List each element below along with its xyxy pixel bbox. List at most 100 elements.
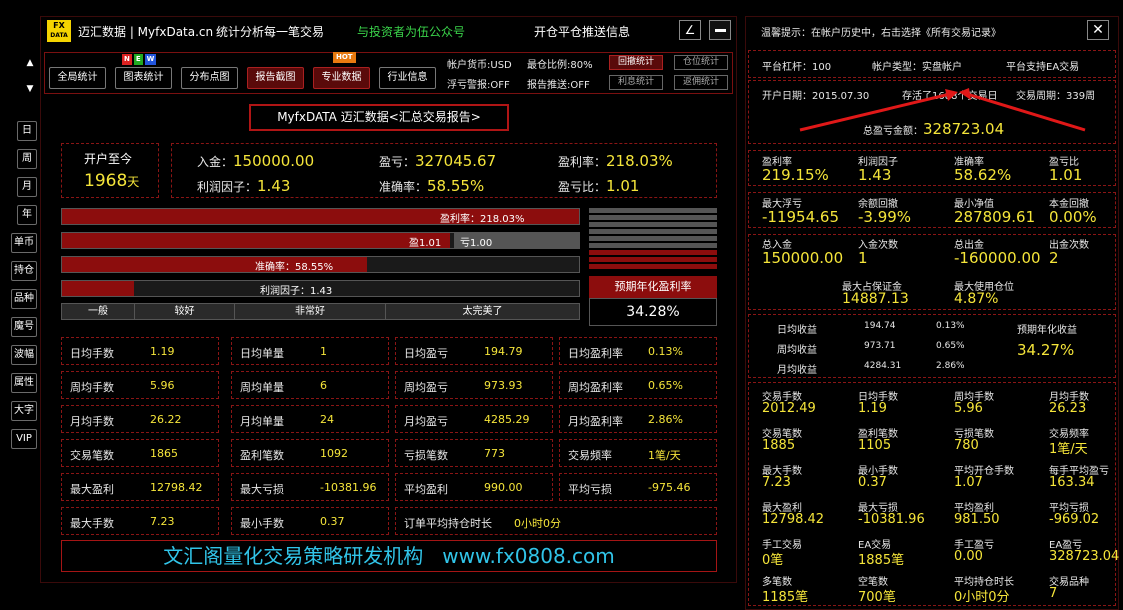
leverage: 平台杠杆：100 <box>762 62 832 73</box>
app-subtitle: 统计分析每一笔交易 <box>216 25 325 39</box>
interest-stats-button[interactable]: 利息统计 <box>609 75 663 90</box>
stat-label: 月均手数 <box>70 415 114 428</box>
accuracy: 准确率：58.55% <box>379 176 484 195</box>
total-pl-value: 328723.04 <box>923 120 1005 138</box>
tab-report-screenshot[interactable]: 报告截图 <box>247 67 304 89</box>
tab-distribution-chart[interactable]: 分布点图 <box>181 67 238 89</box>
level-stripe <box>589 208 717 213</box>
right-stat-value: -10381.96 <box>858 512 925 527</box>
tab-industry-info[interactable]: 行业信息 <box>379 67 436 89</box>
stat-value: -975.46 <box>648 481 691 494</box>
right-stat-value: 58.62% <box>954 166 1012 184</box>
stat-label: 日均盈亏 <box>404 347 448 360</box>
avg-label: 周均收益 <box>777 345 817 356</box>
right-stat-value: 0.00% <box>1049 208 1097 226</box>
banner[interactable]: 文汇阁量化交易策略研发机构 www.fx0808.com <box>61 540 717 572</box>
stat-cell: 周均盈利率 0.65% <box>559 371 717 399</box>
side-year-button[interactable]: 年 <box>17 205 37 225</box>
tab-global-stats[interactable]: 全局统计 <box>49 67 106 89</box>
arrow-up-button[interactable]: ▲ <box>24 54 36 72</box>
stat-cell: 日均手数 1.19 <box>61 337 219 365</box>
right-stat-value: 163.34 <box>1049 475 1095 490</box>
stat-cell: 亏损笔数 773 <box>395 439 553 467</box>
profit-factor-bar-fill <box>62 281 135 296</box>
side-volatility-button[interactable]: 波幅 <box>11 345 37 365</box>
push-text[interactable]: 开仓平仓推送信息 <box>534 23 630 40</box>
report-push[interactable]: 报告推送:OFF <box>527 76 590 91</box>
rating-good: 较好 <box>135 304 235 319</box>
stat-label: 交易笔数 <box>70 449 114 462</box>
right-stat-value: 0笔 <box>762 553 784 568</box>
side-bigfont-button[interactable]: 大字 <box>11 401 37 421</box>
stat-cell: 交易频率 1笔/天 <box>559 439 717 467</box>
stat-label: 月均单量 <box>240 415 284 428</box>
days-unit: 天 <box>127 175 140 189</box>
stat-cell: 月均盈利率 2.86% <box>559 405 717 433</box>
stat-value: 773 <box>484 447 505 460</box>
new-badge-w-icon: W <box>144 54 157 65</box>
side-symbol-button[interactable]: 品种 <box>11 289 37 309</box>
right-stat-value: 700笔 <box>858 590 896 605</box>
right-stat-value: 328723.04 <box>1049 549 1120 564</box>
side-single-currency-button[interactable]: 单币 <box>11 233 37 253</box>
stat-cell: 周均手数 5.96 <box>61 371 219 399</box>
side-day-button[interactable]: 日 <box>17 121 37 141</box>
arrow-down-button[interactable]: ▼ <box>24 80 36 98</box>
stat-label: 亏损笔数 <box>404 449 448 462</box>
stat-value: 0.65% <box>648 379 683 392</box>
edit-button[interactable]: ∠ <box>679 20 701 40</box>
stat-value: 6 <box>320 379 327 392</box>
avg-value: 4284.31 <box>864 361 902 371</box>
right-stat-value: 1185笔 <box>762 590 809 605</box>
avg-value: 2.86% <box>936 361 965 371</box>
stat-label: 最大盈利 <box>70 483 114 496</box>
stat-value: 973.93 <box>484 379 523 392</box>
avg-value: 0.65% <box>936 341 965 351</box>
side-magic-button[interactable]: 魔号 <box>11 317 37 337</box>
stat-value: 0.13% <box>648 345 683 358</box>
level-stripe <box>589 264 717 269</box>
right-stat-value: 7.23 <box>762 475 791 490</box>
right-stat-value: 2012.49 <box>762 401 816 416</box>
side-position-button[interactable]: 持仓 <box>11 261 37 281</box>
tab-chart-stats[interactable]: 图表统计 <box>115 67 172 89</box>
rebate-stats-button[interactable]: 返佣统计 <box>674 75 728 90</box>
stat-cell: 最小手数 0.37 <box>231 507 389 535</box>
pl-ratio-bar: 盈1.01 亏1.00 <box>61 232 580 249</box>
rating-very-good: 非常好 <box>235 304 386 319</box>
stat-cell: 盈利笔数 1092 <box>231 439 389 467</box>
accuracy-value: 58.55% <box>427 177 485 195</box>
deposit: 入金：150000.00 <box>197 151 314 170</box>
side-vip-button[interactable]: VIP <box>11 429 37 449</box>
side-attribute-button[interactable]: 属性 <box>11 373 37 393</box>
right-stat-value: 12798.42 <box>762 512 825 527</box>
edit-icon: ∠ <box>684 23 696 37</box>
avg-label: 月均收益 <box>777 365 817 376</box>
accuracy-label: 准确率： <box>379 180 428 194</box>
float-loss-alert[interactable]: 浮亏警报:OFF <box>447 76 510 91</box>
level-stripe <box>589 222 717 227</box>
position-stats-button[interactable]: 仓位统计 <box>674 55 728 70</box>
stat-label: 平均亏损 <box>568 483 612 496</box>
avg-label: 日均收益 <box>777 325 817 336</box>
side-week-button[interactable]: 周 <box>17 149 37 169</box>
level-stripe <box>589 243 717 248</box>
stat-value: 26.22 <box>150 413 182 426</box>
right-stat-value: -969.02 <box>1049 512 1100 527</box>
minimize-button[interactable] <box>709 20 731 40</box>
drawdown-stats-button[interactable]: 回撤统计 <box>609 55 663 70</box>
tab-pro-data[interactable]: 专业数据 <box>313 67 370 89</box>
level-stripe <box>589 236 717 241</box>
stat-value: 24 <box>320 413 334 426</box>
stat-label: 最小手数 <box>240 517 284 530</box>
stat-value: 1092 <box>320 447 348 460</box>
total-pl-label: 总盈亏金额： <box>863 126 923 137</box>
annual-return-value: 34.27% <box>1017 341 1075 359</box>
annual-label: 预期年化盈利率 <box>614 280 692 293</box>
right-stat-value: 150000.00 <box>762 249 844 267</box>
stat-cell: 月均单量 24 <box>231 405 389 433</box>
side-month-button[interactable]: 月 <box>17 177 37 197</box>
stat-cell: 日均盈亏 194.79 <box>395 337 553 365</box>
close-button[interactable]: ✕ <box>1087 20 1109 40</box>
pl-ratio-bar-fill <box>62 233 450 248</box>
